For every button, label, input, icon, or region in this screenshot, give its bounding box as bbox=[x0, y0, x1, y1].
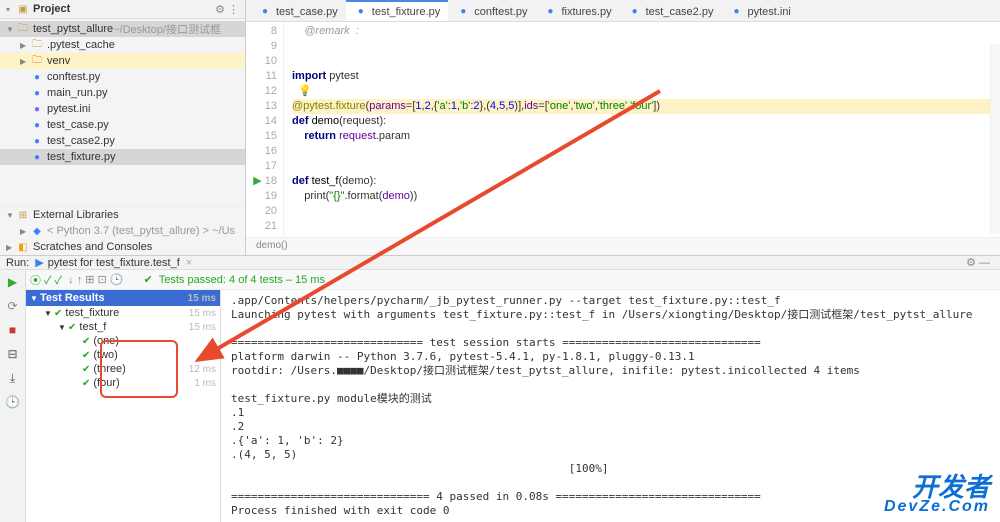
watermark: 开发者 DevZe.Com bbox=[884, 476, 990, 514]
tree-item-venv[interactable]: ▶🗀venv bbox=[0, 53, 245, 69]
stop-button[interactable]: ■ bbox=[5, 322, 21, 338]
tab-pytest-ini[interactable]: ●pytest.ini bbox=[721, 0, 798, 21]
code-editor[interactable]: 891011121314151617▶ 18192021 @remark :im… bbox=[246, 22, 1000, 237]
export-button[interactable]: ⤓ bbox=[5, 370, 21, 386]
breadcrumb[interactable]: demo() bbox=[246, 237, 1000, 255]
project-title: Project bbox=[33, 3, 70, 15]
code-line-8[interactable]: @remark : bbox=[292, 24, 1000, 39]
test-node--four-[interactable]: ✔(four)1 ms bbox=[26, 376, 220, 390]
code-line-12[interactable]: 💡 bbox=[292, 84, 1000, 99]
tab-test_case2-py[interactable]: ●test_case2.py bbox=[620, 0, 722, 21]
scratches-consoles[interactable]: ▶◧Scratches and Consoles bbox=[0, 239, 245, 255]
project-header[interactable]: ▾ ▣ Project ⚙ ⋮ bbox=[0, 0, 245, 19]
editor-tabs: ●test_case.py●test_fixture.py●conftest.p… bbox=[246, 0, 1000, 22]
run-settings-icon[interactable]: ⚙ — bbox=[966, 256, 990, 269]
code-line-10[interactable] bbox=[292, 54, 1000, 69]
tree-item-test_case2-py[interactable]: ●test_case2.py bbox=[0, 133, 245, 149]
code-line-18[interactable]: def test_f(demo): bbox=[292, 174, 1000, 189]
code-line-19[interactable]: print("{}".format(demo)) bbox=[292, 189, 1000, 204]
run-config-icon: ▶ bbox=[35, 256, 43, 269]
tree-item-test_fixture-py[interactable]: ●test_fixture.py bbox=[0, 149, 245, 165]
run-label: Run: bbox=[6, 257, 29, 269]
filter-button[interactable]: ⊟ bbox=[5, 346, 21, 362]
test-node--one-[interactable]: ✔(one) bbox=[26, 334, 220, 348]
code-line-21[interactable] bbox=[292, 219, 1000, 234]
test-node-Test-Results[interactable]: ▼Test Results15 ms bbox=[26, 290, 220, 306]
test-tree[interactable]: ▼Test Results15 ms▼✔test_fixture15 ms▼✔t… bbox=[26, 290, 221, 522]
test-node-test_f[interactable]: ▼✔test_f15 ms bbox=[26, 320, 220, 334]
project-tree[interactable]: ▼🗀test_pytst_allure ~/Desktop/接口测试框▶🗀.py… bbox=[0, 19, 245, 206]
tab-fixtures-py[interactable]: ●fixtures.py bbox=[535, 0, 619, 21]
test-node--two-[interactable]: ✔(two) bbox=[26, 348, 220, 362]
run-header: Run: ▶ pytest for test_fixture.test_f × … bbox=[0, 256, 1000, 270]
project-sidebar: ▾ ▣ Project ⚙ ⋮ ▼🗀test_pytst_allure ~/De… bbox=[0, 0, 246, 255]
tree-item--pytest_cache[interactable]: ▶🗀.pytest_cache bbox=[0, 37, 245, 53]
tab-conftest-py[interactable]: ●conftest.py bbox=[448, 0, 535, 21]
code-line-9[interactable] bbox=[292, 39, 1000, 54]
code-line-14[interactable]: def demo(request): bbox=[292, 114, 1000, 129]
tests-ok-icon[interactable]: ⦿ ✓ ✓ bbox=[30, 272, 62, 288]
rerun-button[interactable]: ⟳ bbox=[5, 298, 21, 314]
code-line-13[interactable]: @pytest.fixture(params=[1,2,{'a':1,'b':2… bbox=[292, 99, 1000, 114]
pass-icon: ✔ bbox=[144, 273, 153, 286]
tree-item-main_run-py[interactable]: ●main_run.py bbox=[0, 85, 245, 101]
code-line-16[interactable] bbox=[292, 144, 1000, 159]
code-line-11[interactable]: import pytest bbox=[292, 69, 1000, 84]
test-status-text: Tests passed: 4 of 4 tests – 15 ms bbox=[159, 274, 325, 286]
tree-item-pytest-ini[interactable]: ●pytest.ini bbox=[0, 101, 245, 117]
test-status-bar: ⦿ ✓ ✓ ↓ ↑ ⊞ ⊡ 🕒 ✔ Tests passed: 4 of 4 t… bbox=[26, 270, 1000, 290]
code-line-15[interactable]: return request.param bbox=[292, 129, 1000, 144]
tree-item-conftest-py[interactable]: ●conftest.py bbox=[0, 69, 245, 85]
code-line-17[interactable] bbox=[292, 159, 1000, 174]
external-libraries[interactable]: ▼⊞External Libraries bbox=[0, 207, 245, 223]
tree-item-test_pytst_allure[interactable]: ▼🗀test_pytst_allure ~/Desktop/接口测试框 bbox=[0, 21, 245, 37]
test-node-test_fixture[interactable]: ▼✔test_fixture15 ms bbox=[26, 306, 220, 320]
test-node--three-[interactable]: ✔(three)12 ms bbox=[26, 362, 220, 376]
run-button[interactable]: ▶ bbox=[5, 274, 21, 290]
run-toolbar: ▶ ⟳ ■ ⊟ ⤓ 🕒 bbox=[0, 270, 26, 522]
python-env[interactable]: ▶◆< Python 3.7 (test_pytst_allure) > ~/U… bbox=[0, 223, 245, 239]
tab-test_fixture-py[interactable]: ●test_fixture.py bbox=[346, 0, 448, 21]
code-line-20[interactable] bbox=[292, 204, 1000, 219]
project-icon: ▣ bbox=[16, 2, 30, 16]
tab-test_case-py[interactable]: ●test_case.py bbox=[250, 0, 346, 21]
tree-item-test_case-py[interactable]: ●test_case.py bbox=[0, 117, 245, 133]
history-button[interactable]: 🕒 bbox=[5, 394, 21, 410]
run-config-name[interactable]: pytest for test_fixture.test_f bbox=[48, 257, 180, 269]
